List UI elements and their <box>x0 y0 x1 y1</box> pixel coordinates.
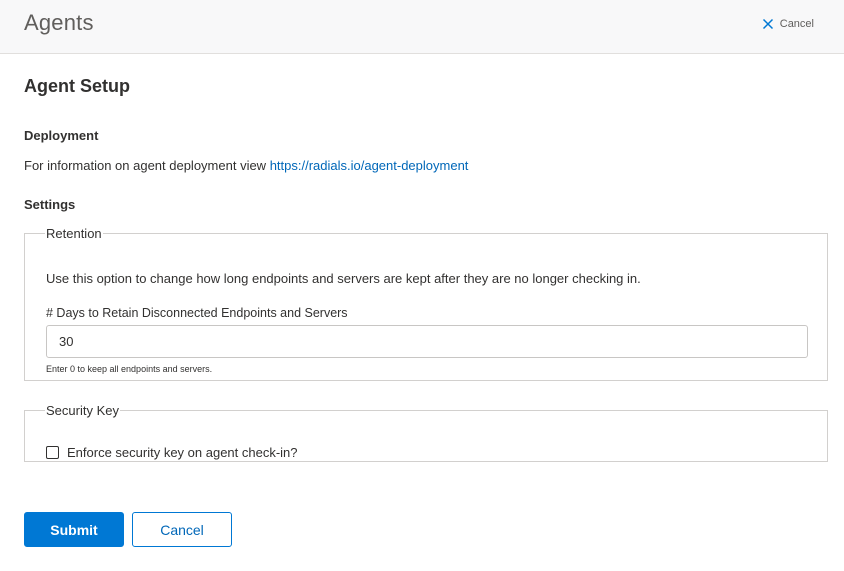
retention-days-input[interactable] <box>46 325 808 358</box>
panel-title: Agents <box>24 10 94 35</box>
retention-description: Use this option to change how long endpo… <box>46 271 641 286</box>
retention-fieldset: Retention Use this option to change how … <box>24 226 828 381</box>
submit-button[interactable]: Submit <box>24 512 124 547</box>
security-key-fieldset: Security Key Enforce security key on age… <box>24 403 828 462</box>
deployment-text: For information on agent deployment view <box>24 158 270 173</box>
deployment-link[interactable]: https://radials.io/agent-deployment <box>270 158 469 173</box>
header-cancel-button[interactable]: Cancel <box>762 15 814 33</box>
enforce-security-key-row[interactable]: Enforce security key on agent check-in? <box>46 445 298 460</box>
deployment-info: For information on agent deployment view… <box>24 158 468 173</box>
enforce-security-key-label: Enforce security key on agent check-in? <box>67 445 298 460</box>
deployment-heading: Deployment <box>24 128 99 143</box>
page-title: Agent Setup <box>24 76 130 96</box>
retention-days-label: # Days to Retain Disconnected Endpoints … <box>46 306 348 320</box>
security-key-legend: Security Key <box>46 403 119 418</box>
cancel-button[interactable]: Cancel <box>132 512 232 547</box>
enforce-security-key-checkbox[interactable] <box>46 446 59 459</box>
header-cancel-label: Cancel <box>779 18 814 30</box>
close-icon <box>762 18 773 30</box>
panel-header: Agents Cancel <box>0 0 844 54</box>
retention-legend: Retention <box>46 226 102 241</box>
settings-heading: Settings <box>24 197 76 212</box>
retention-days-hint: Enter 0 to keep all endpoints and server… <box>46 364 213 374</box>
